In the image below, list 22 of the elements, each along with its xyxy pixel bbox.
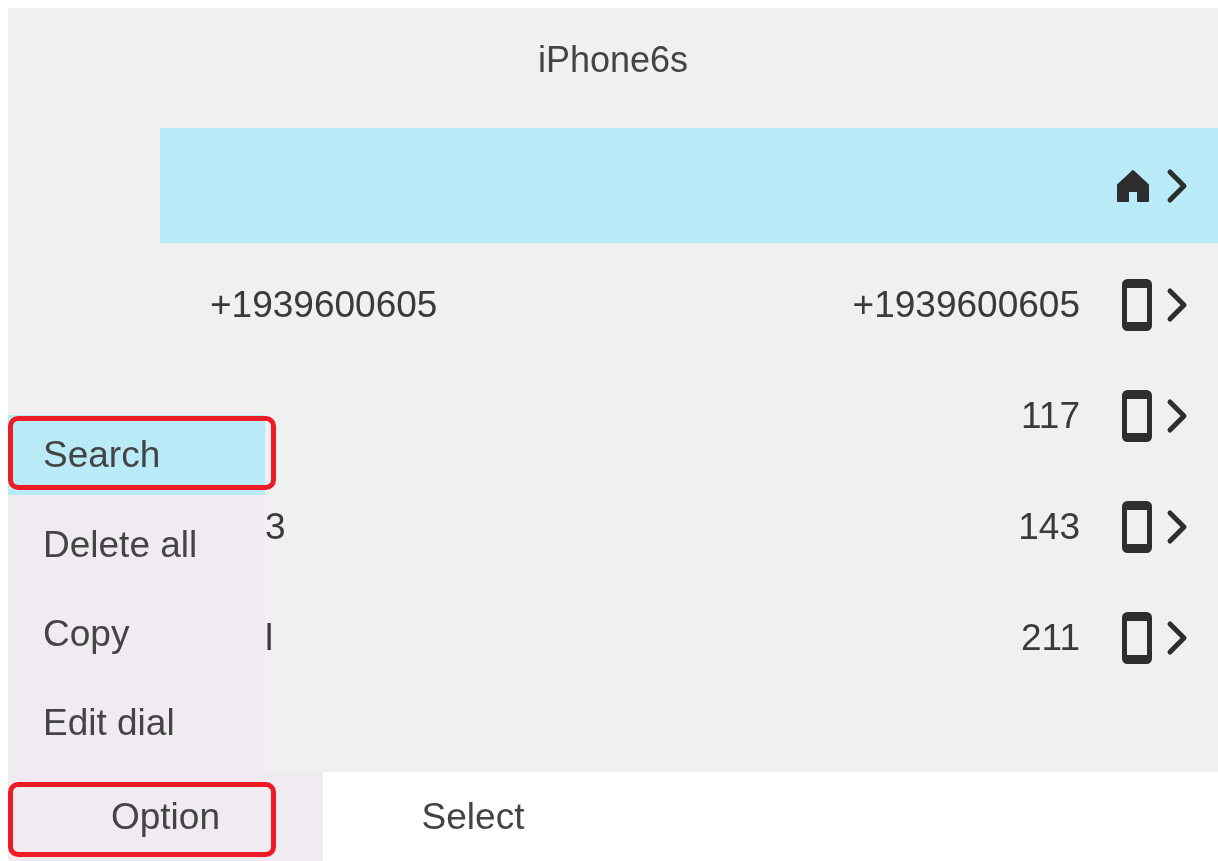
mobile-phone-icon — [1122, 500, 1152, 553]
contact-name: 3 — [265, 505, 286, 548]
chevron-right-icon — [1166, 166, 1188, 205]
menu-item[interactable]: Copy — [8, 589, 265, 678]
contact-row[interactable] — [160, 128, 1218, 243]
screen-title: iPhone6s — [536, 38, 690, 82]
contact-name: +1939600605 — [210, 283, 438, 326]
phone-number: +1939600605 — [852, 283, 1080, 326]
mobile-phone-icon — [1122, 389, 1152, 442]
softkey-button[interactable]: Option — [8, 772, 323, 861]
phone-number: 117 — [1021, 394, 1080, 437]
mobile-phone-icon — [1122, 278, 1152, 331]
chevron-right-icon — [1166, 396, 1188, 435]
contact-name: l — [265, 616, 274, 659]
chevron-right-icon — [1166, 507, 1188, 546]
phone-number: 211 — [1021, 616, 1080, 659]
menu-item[interactable]: Edit dial — [8, 678, 265, 767]
chevron-right-icon — [1166, 618, 1188, 657]
mobile-phone-icon — [1122, 611, 1152, 664]
phone-number: 143 — [1018, 505, 1080, 548]
chevron-right-icon — [1166, 285, 1188, 324]
menu-item[interactable]: Delete all — [8, 500, 265, 589]
